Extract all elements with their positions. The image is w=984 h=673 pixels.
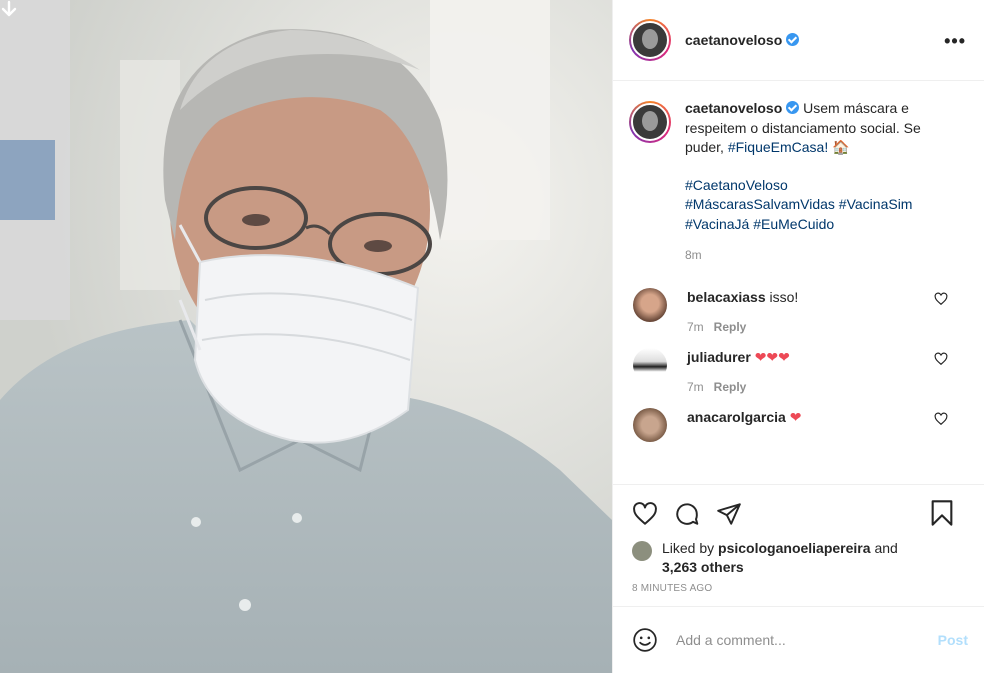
post-actions: Liked by psicologanoeliapereira and 3,26… [612,484,984,604]
post-photo[interactable] [0,0,612,673]
comment-composer: Add a comment... Post [612,606,984,673]
paper-plane-icon[interactable] [716,501,742,527]
posted-ago[interactable]: 8 MINUTES AGO [612,577,984,600]
post-header: caetanoveloso ••• [613,0,984,81]
comment-like-heart-icon[interactable] [934,412,948,426]
reply-button[interactable]: Reply [714,320,747,334]
comment-username[interactable]: anacarolgarcia [687,409,786,425]
hashtag-link[interactable]: #FiqueEmCasa! [728,139,828,155]
comment-username[interactable]: juliadurer [687,349,751,365]
commenter-avatar[interactable] [633,407,667,442]
likes-suffix: and [874,540,898,556]
comment-text: ❤ [789,408,802,425]
download-arrow-icon[interactable] [0,0,18,18]
liker-avatar[interactable] [632,541,652,561]
comment-time: 7m [687,379,704,394]
comment-bubble-icon[interactable] [674,501,700,527]
hashtag-line-3[interactable]: #VacinaJá #EuMeCuido [685,215,950,235]
comment-text: isso! [769,288,799,305]
bookmark-icon[interactable] [930,499,954,527]
author-username[interactable]: caetanoveloso [685,32,800,48]
emoji-smile-icon[interactable] [632,627,658,653]
house-emoji: 🏠 [832,139,850,155]
likes-prefix: Liked by [662,540,715,556]
comment-username[interactable]: belacaxiass [687,289,766,305]
commenter-avatar[interactable] [633,347,667,382]
comment-item: anacarolgarcia ❤ [629,407,968,442]
hashtag-line-2[interactable]: #MáscarasSalvamVidas #VacinaSim [685,195,950,215]
caption-block: caetanoveloso Usem máscara e respeitem o… [629,99,968,266]
reply-button[interactable]: Reply [714,380,747,394]
likes-others-link[interactable]: 3,263 others [662,559,744,575]
instagram-post-window: caetanoveloso ••• caetanoveloso Usem más… [0,0,984,673]
caption-text: caetanoveloso Usem máscara e respeitem o… [685,99,950,266]
comment-content: anacarolgarcia ❤ [667,408,801,442]
post-button[interactable]: Post [938,632,968,648]
action-icons-row [612,485,984,531]
author-avatar[interactable] [629,19,671,61]
commenter-avatar[interactable] [633,287,667,322]
caption-author-avatar[interactable] [629,101,671,143]
comment-input[interactable]: Add a comment... [676,632,786,648]
caption-username[interactable]: caetanoveloso [685,100,782,116]
hashtag-line-1[interactable]: #CaetanoVeloso [685,176,950,196]
comment-time: 7m [687,319,704,334]
more-options-icon[interactable]: ••• [944,31,966,52]
verified-badge-icon [786,101,800,114]
comment-content: belacaxiass isso! 7m Reply [667,288,798,334]
likes-summary: Liked by psicologanoeliapereira and 3,26… [612,531,984,577]
heart-icon[interactable] [632,501,658,527]
photo-illustration [0,0,612,673]
comment-item: juliadurer ❤❤❤ 7m Reply [629,347,968,394]
verified-badge-icon [786,33,800,46]
liker-username[interactable]: psicologanoeliapereira [718,540,871,556]
comment-content: juliadurer ❤❤❤ 7m Reply [667,348,790,394]
comment-like-heart-icon[interactable] [934,352,948,366]
caption-timestamp[interactable]: 8m [685,246,950,266]
comment-item: belacaxiass isso! 7m Reply [629,287,968,334]
comments-scroll-area[interactable]: caetanoveloso Usem máscara e respeitem o… [613,81,984,483]
comment-text: ❤❤❤ [754,348,790,365]
comment-like-heart-icon[interactable] [934,292,948,306]
